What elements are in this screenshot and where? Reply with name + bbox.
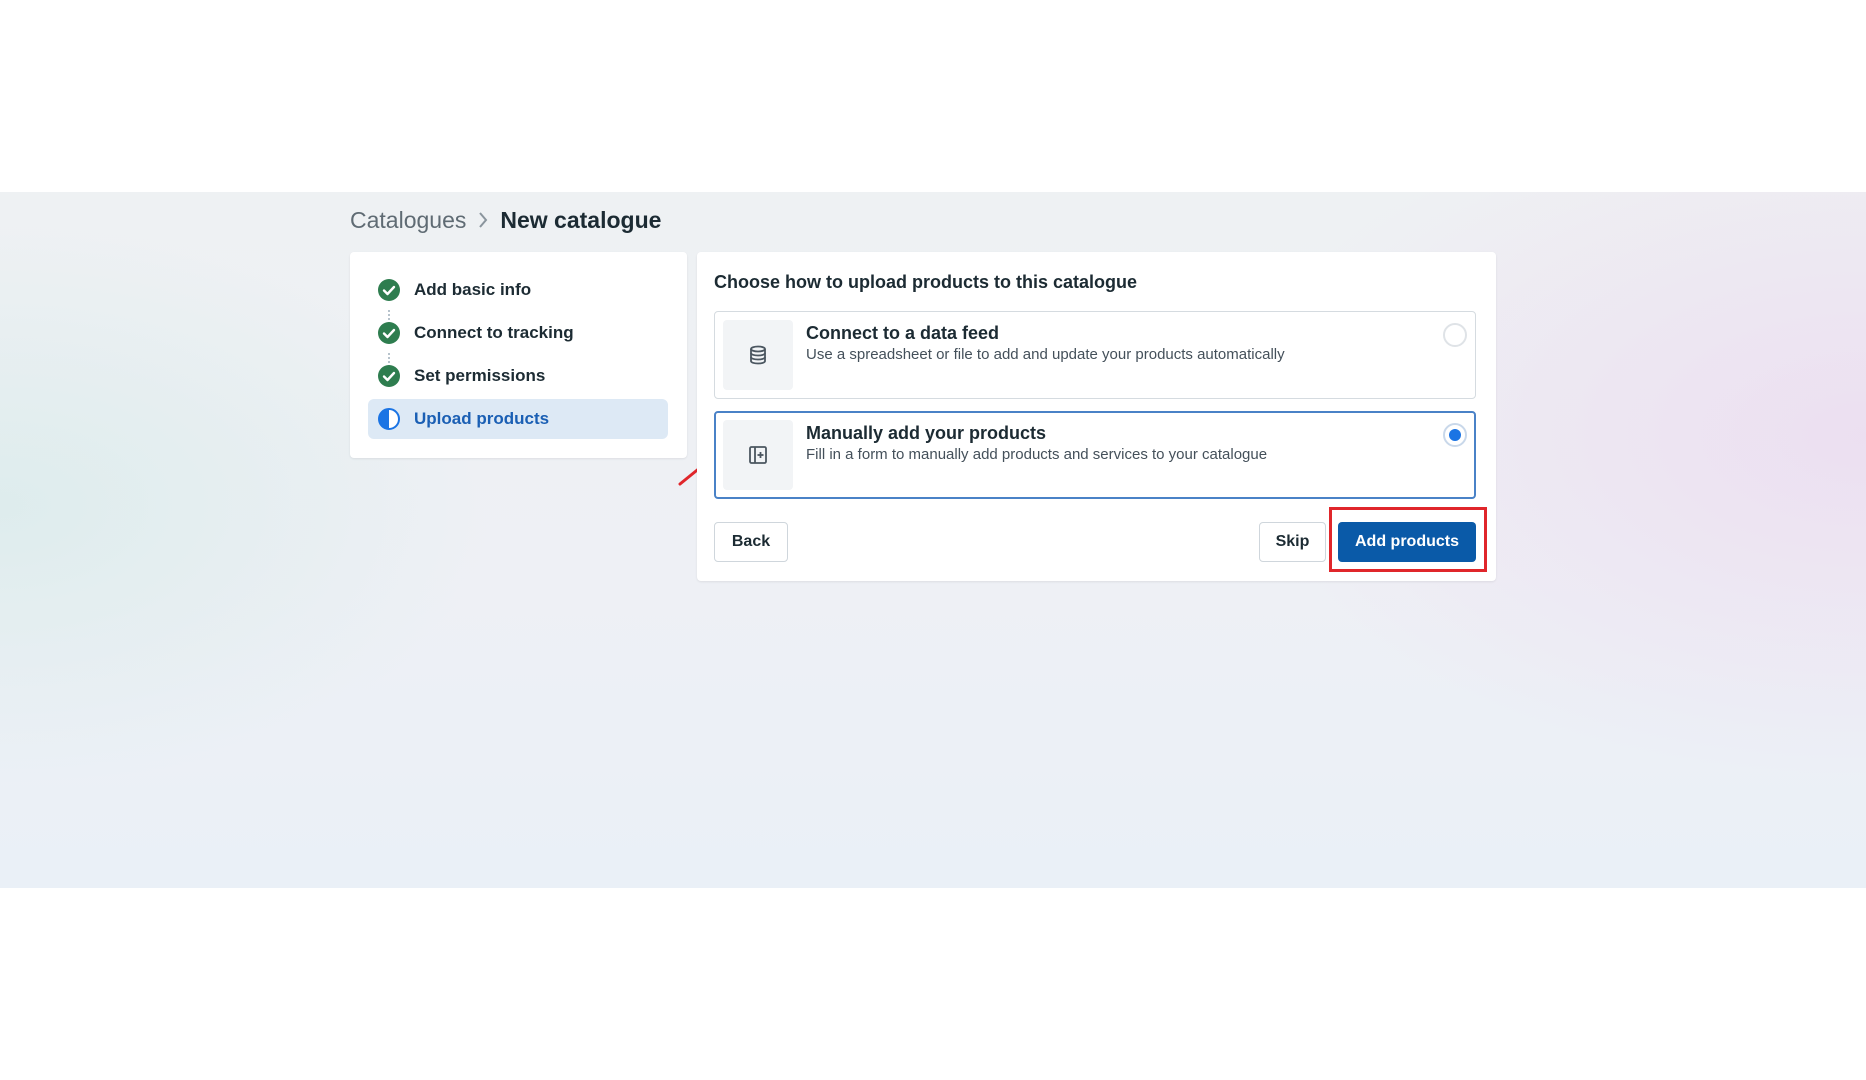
step-label: Upload products [414, 409, 550, 428]
step-label: Add basic info [414, 280, 532, 299]
steps-sidebar: Add basic info Connect to tracking Set p… [350, 252, 687, 458]
option-title: Manually add your products [806, 423, 1047, 443]
step-label: Set permissions [414, 366, 546, 385]
skip-button[interactable]: Skip [1259, 522, 1326, 562]
step-connect-to-tracking[interactable]: Connect to tracking [368, 313, 668, 353]
breadcrumb: Catalogues New catalogue [350, 206, 661, 234]
option-connect-data-feed[interactable]: Connect to a data feed Use a spreadsheet… [714, 311, 1476, 399]
database-icon [723, 320, 793, 390]
check-circle-icon [376, 363, 402, 389]
page-title: New catalogue [500, 206, 662, 233]
check-circle-icon [376, 277, 402, 303]
radio-selected[interactable] [1443, 423, 1467, 447]
step-upload-products[interactable]: Upload products [368, 399, 668, 439]
step-label: Connect to tracking [414, 323, 574, 342]
option-description: Use a spreadsheet or file to add and upd… [806, 346, 1285, 363]
step-set-permissions[interactable]: Set permissions [368, 356, 668, 396]
add-item-icon [723, 420, 793, 490]
back-button[interactable]: Back [714, 522, 788, 562]
option-title: Connect to a data feed [806, 323, 1000, 343]
chevron-right-icon [466, 206, 500, 234]
half-circle-progress-icon [376, 406, 402, 432]
breadcrumb-catalogues-link[interactable]: Catalogues [350, 207, 466, 234]
option-manually-add-products[interactable]: Manually add your products Fill in a for… [714, 411, 1476, 499]
red-highlight-annotation [1329, 507, 1487, 572]
step-add-basic-info[interactable]: Add basic info [368, 270, 668, 310]
panel-heading: Choose how to upload products to this ca… [714, 272, 1137, 292]
radio-unselected[interactable] [1443, 323, 1467, 347]
check-circle-icon [376, 320, 402, 346]
option-description: Fill in a form to manually add products … [806, 446, 1268, 463]
